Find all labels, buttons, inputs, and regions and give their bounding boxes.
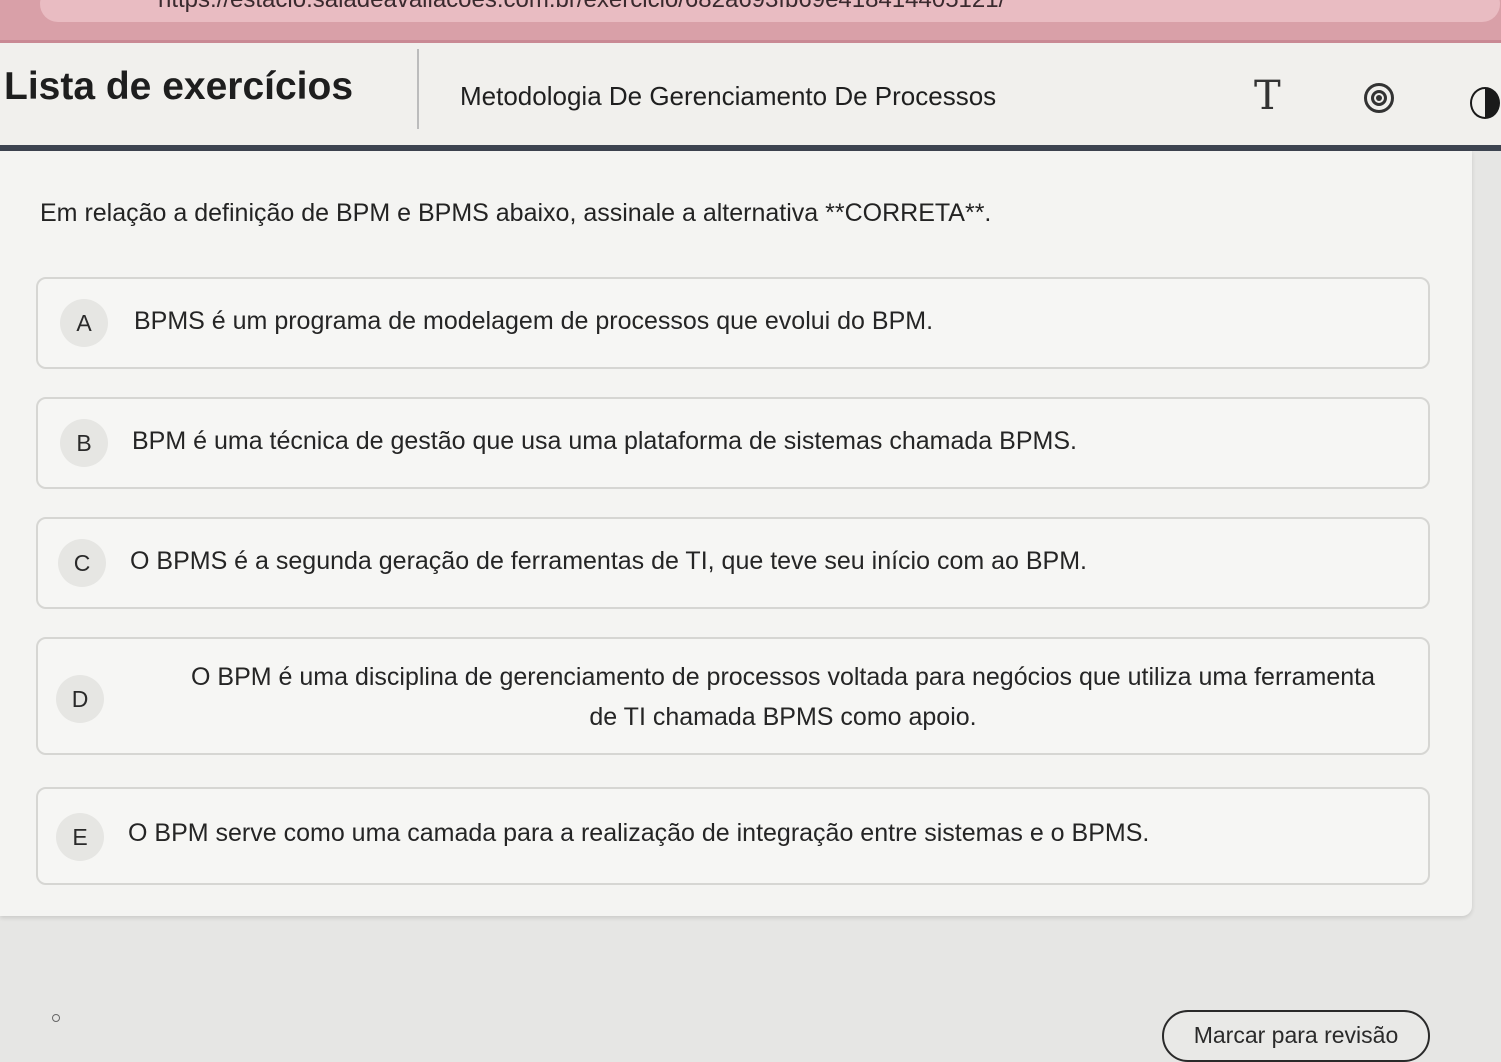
question-statement: Em relação a definição de BPM e BPMS aba… [40, 199, 992, 227]
option-d[interactable]: D O BPM é uma disciplina de gerenciament… [36, 637, 1430, 755]
mark-for-review-button[interactable]: Marcar para revisão [1162, 1010, 1430, 1062]
option-e[interactable]: E O BPM serve como uma camada para a rea… [36, 787, 1430, 885]
url-field[interactable]: https://estacio.saladeavaliacoes.com.br/… [40, 0, 1500, 22]
option-text: O BPM serve como uma camada para a reali… [128, 819, 1150, 847]
page-title: Lista de exercícios [4, 65, 354, 108]
option-letter: A [60, 299, 108, 347]
option-letter: E [56, 813, 104, 861]
option-a[interactable]: A BPMS é um programa de modelagem de pro… [36, 277, 1430, 369]
header-divider [417, 49, 419, 129]
option-text: O BPM é uma disciplina de gerenciamento … [191, 663, 1375, 731]
option-letter: B [60, 419, 108, 467]
option-c[interactable]: C O BPMS é a segunda geração de ferramen… [36, 517, 1430, 609]
url-text: https://estacio.saladeavaliacoes.com.br/… [158, 0, 1005, 14]
option-b[interactable]: B BPM é uma técnica de gestão que usa um… [36, 397, 1430, 489]
page-header: Lista de exercícios Metodologia De Geren… [0, 43, 1501, 145]
font-size-icon[interactable]: T [1254, 73, 1281, 119]
question-card: Em relação a definição de BPM e BPMS aba… [0, 151, 1472, 916]
browser-address-bar: https://estacio.saladeavaliacoes.com.br/… [0, 0, 1501, 43]
option-text: BPMS é um programa de modelagem de proce… [134, 307, 934, 335]
option-letter: C [58, 539, 106, 587]
course-name: Metodologia De Gerenciamento De Processo… [460, 81, 997, 111]
option-text: O BPMS é a segunda geração de ferramenta… [130, 547, 1088, 575]
target-icon[interactable] [1364, 83, 1394, 113]
bullet-icon [52, 1014, 60, 1022]
option-text: BPM é uma técnica de gestão que usa uma … [132, 427, 1077, 455]
option-letter: D [56, 675, 104, 723]
contrast-icon[interactable] [1470, 87, 1500, 119]
